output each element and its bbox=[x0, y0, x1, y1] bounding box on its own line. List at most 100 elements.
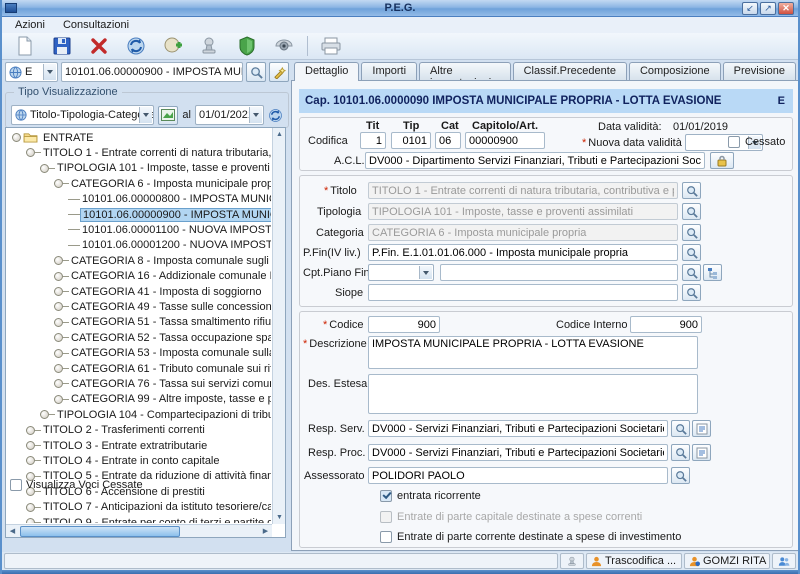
tipologia-lookup-button[interactable] bbox=[682, 203, 701, 220]
tip-field[interactable] bbox=[391, 132, 431, 149]
shield-button[interactable] bbox=[233, 34, 261, 58]
tree-item[interactable]: TITOLO 9 - Entrate per conto di terzi e … bbox=[26, 515, 271, 523]
apply-view-button[interactable] bbox=[158, 106, 179, 125]
tree-item[interactable]: CATEGORIA 53 - Imposta comunale sulla pu… bbox=[54, 346, 271, 361]
date-combo[interactable]: 01/01/2021 bbox=[195, 105, 264, 125]
menu-azioni[interactable]: Azioni bbox=[8, 18, 52, 32]
tree-toggle-icon[interactable] bbox=[12, 133, 21, 142]
tree-vertical-scrollbar[interactable]: ▲ ▼ bbox=[272, 128, 285, 524]
tree-item[interactable]: 10101.06.00000800 - IMPOSTA MUNICIPALE P… bbox=[68, 192, 271, 207]
resp-serv-list-button[interactable] bbox=[692, 420, 711, 437]
cpt-piano-fin-combo[interactable] bbox=[368, 264, 434, 281]
tree-item[interactable]: TITOLO 1 - Entrate correnti di natura tr… bbox=[26, 145, 271, 160]
tree-toggle-icon[interactable] bbox=[54, 302, 63, 311]
tree-toggle-icon[interactable] bbox=[54, 287, 63, 296]
cpt-lookup-button[interactable] bbox=[682, 264, 701, 281]
tree-toggle-icon[interactable] bbox=[54, 333, 63, 342]
codice-field[interactable] bbox=[368, 316, 440, 333]
tree-toggle-icon[interactable] bbox=[26, 426, 35, 435]
user-pane[interactable]: GOMZI RITA bbox=[684, 553, 770, 569]
entrata-ricorrente-checkbox[interactable] bbox=[380, 490, 392, 502]
view-mode-combo[interactable]: Titolo-Tipologia-Categoria bbox=[11, 105, 154, 125]
scroll-up-icon[interactable]: ▲ bbox=[273, 128, 286, 141]
tab-dettaglio[interactable]: Dettaglio bbox=[294, 62, 359, 81]
capitolo-art-field[interactable] bbox=[465, 132, 545, 149]
tree-toggle-icon[interactable] bbox=[54, 256, 63, 265]
tree-toggle-icon[interactable] bbox=[26, 148, 35, 157]
tree-toggle-icon[interactable] bbox=[54, 318, 63, 327]
users-button[interactable] bbox=[772, 553, 796, 569]
tab-composizione[interactable]: Composizione bbox=[629, 62, 721, 80]
trascodifica-pane[interactable]: Trascodifica ... bbox=[586, 553, 682, 569]
edit-search-button[interactable] bbox=[269, 62, 289, 82]
tree-toggle-icon[interactable] bbox=[54, 395, 63, 404]
tree-item[interactable]: 10101.06.00001100 - NUOVA IMPOSTA MUNICI… bbox=[68, 222, 271, 237]
siope-lookup-button[interactable] bbox=[682, 284, 701, 301]
acl-field[interactable] bbox=[365, 152, 705, 169]
tree-item[interactable]: CATEGORIA 49 - Tasse sulle concessioni c… bbox=[54, 299, 271, 314]
capitolo-search-input[interactable]: 10101.06.00000900 - IMPOSTA MUNICIPALE P… bbox=[61, 62, 243, 82]
refresh-view-button[interactable] bbox=[268, 108, 283, 123]
tree-item[interactable]: CATEGORIA 41 - Imposta di soggiorno bbox=[54, 284, 264, 299]
scroll-left-icon[interactable]: ◀ bbox=[6, 525, 19, 538]
descrizione-field[interactable]: IMPOSTA MUNICIPALE PROPRIA - LOTTA EVASI… bbox=[368, 336, 698, 369]
tree-toggle-icon[interactable] bbox=[26, 518, 35, 523]
tree-item[interactable]: CATEGORIA 76 - Tassa sui servizi comunal… bbox=[54, 376, 271, 391]
add-record-button[interactable] bbox=[159, 34, 187, 58]
resp-serv-lookup-button[interactable] bbox=[671, 420, 690, 437]
tree-item[interactable]: TIPOLOGIA 101 - Imposte, tasse e provent… bbox=[40, 161, 271, 176]
assessorato-field[interactable] bbox=[368, 467, 668, 484]
assessorato-lookup-button[interactable] bbox=[671, 467, 690, 484]
tab-altre-impostazioni[interactable]: Altre impostazioni bbox=[419, 62, 511, 80]
scroll-right-icon[interactable]: ▶ bbox=[259, 525, 272, 538]
tree-toggle-icon[interactable] bbox=[54, 179, 63, 188]
resp-proc-field[interactable] bbox=[368, 444, 668, 461]
titolo-lookup-button[interactable] bbox=[682, 182, 701, 199]
tab-previsione[interactable]: Previsione bbox=[723, 62, 796, 80]
scroll-down-icon[interactable]: ▼ bbox=[273, 511, 286, 524]
siope-field[interactable] bbox=[368, 284, 678, 301]
tree-horizontal-scrollbar[interactable]: ◀ ▶ bbox=[6, 524, 272, 537]
categoria-lookup-button[interactable] bbox=[682, 224, 701, 241]
restore-button[interactable]: ↗ bbox=[760, 2, 776, 15]
visualizza-voci-cessate-checkbox[interactable] bbox=[10, 479, 22, 491]
tree-item[interactable]: TITOLO 7 - Anticipazioni da istituto tes… bbox=[26, 500, 271, 515]
resp-proc-lookup-button[interactable] bbox=[671, 444, 690, 461]
tree-toggle-icon[interactable] bbox=[54, 349, 63, 358]
resp-proc-list-button[interactable] bbox=[692, 444, 711, 461]
tree-item[interactable]: CATEGORIA 51 - Tassa smaltimento rifiuti… bbox=[54, 315, 271, 330]
parte-corrente-checkbox[interactable] bbox=[380, 531, 392, 543]
tree-item[interactable]: CATEGORIA 99 - Altre imposte, tasse e pr… bbox=[54, 392, 271, 407]
tree-toggle-icon[interactable] bbox=[26, 441, 35, 450]
tree-toggle-icon[interactable] bbox=[40, 164, 49, 173]
tree-toggle-icon[interactable] bbox=[54, 364, 63, 373]
tree-toggle-icon[interactable] bbox=[54, 379, 63, 388]
tree-item[interactable]: CATEGORIA 16 - Addizionale comunale IRPE… bbox=[54, 269, 271, 284]
cpt-hierarchy-button[interactable] bbox=[703, 264, 722, 281]
entry-type-combo[interactable]: E bbox=[5, 62, 58, 82]
stamp-button[interactable] bbox=[196, 34, 224, 58]
tree-toggle-icon[interactable] bbox=[40, 410, 49, 419]
tree-item[interactable]: 10101.06.00001200 - NUOVA IMPOSTA MUNICI… bbox=[68, 238, 271, 253]
tab-importi[interactable]: Importi bbox=[361, 62, 417, 80]
tree-toggle-icon[interactable] bbox=[26, 456, 35, 465]
tree-item[interactable]: CATEGORIA 61 - Tributo comunale sui rifi… bbox=[54, 361, 271, 376]
menu-consultazioni[interactable]: Consultazioni bbox=[56, 18, 136, 32]
tree-item[interactable]: TITOLO 2 - Trasferimenti correnti bbox=[26, 423, 207, 438]
delete-button[interactable] bbox=[85, 34, 113, 58]
camera-button[interactable] bbox=[270, 34, 298, 58]
tree-item[interactable]: CATEGORIA 6 - Imposta municipale propria bbox=[54, 176, 271, 191]
tab-classif-precedente[interactable]: Classif.Precedente bbox=[513, 62, 627, 80]
pfin-lookup-button[interactable] bbox=[682, 244, 701, 261]
tree-item[interactable]: CATEGORIA 52 - Tassa occupazione spazi e… bbox=[54, 330, 271, 345]
save-button[interactable] bbox=[48, 34, 76, 58]
tree-item[interactable]: ENTRATE bbox=[12, 130, 96, 145]
tree-toggle-icon[interactable] bbox=[26, 503, 35, 512]
tree-toggle-icon[interactable] bbox=[54, 272, 63, 281]
scrollbar-thumb[interactable] bbox=[20, 526, 180, 537]
acl-lock-button[interactable] bbox=[710, 152, 734, 169]
tree-item[interactable]: TIPOLOGIA 104 - Compartecipazioni di tri… bbox=[40, 407, 271, 422]
tree-item[interactable]: TITOLO 3 - Entrate extratributarie bbox=[26, 438, 209, 453]
tree-item[interactable]: TITOLO 4 - Entrate in conto capitale bbox=[26, 453, 222, 468]
pfin-field[interactable] bbox=[368, 244, 678, 261]
